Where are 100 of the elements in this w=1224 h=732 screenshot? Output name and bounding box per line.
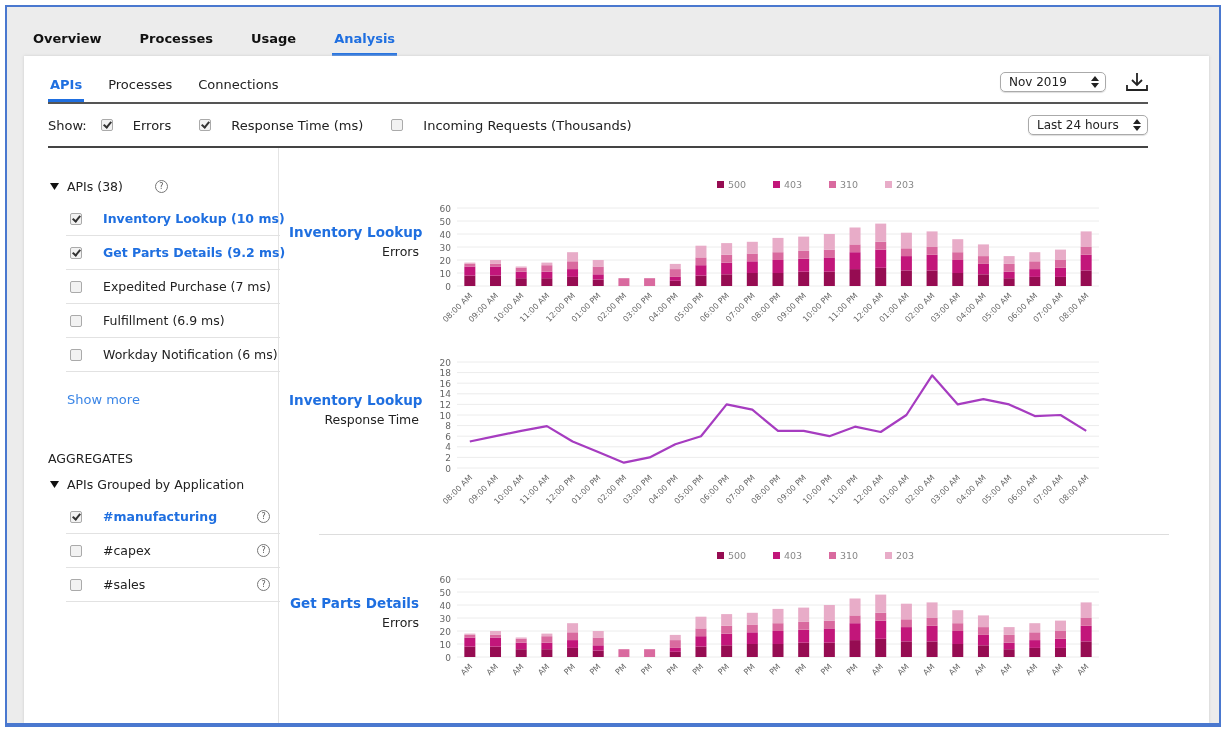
bar-segment <box>695 265 707 276</box>
axis-tick-label: PM <box>639 662 654 677</box>
tab[interactable]: Connections <box>196 77 281 102</box>
bar-segment <box>1055 620 1066 631</box>
axis-tick-label: 10 <box>439 639 451 650</box>
axis-tick-label: 14 <box>439 389 451 400</box>
dropdown[interactable]: Nov 2019 <box>1000 72 1106 92</box>
legend-label: 203 <box>896 550 915 561</box>
group-label: APIs (38) <box>67 178 123 194</box>
chart-subtitle: Errors <box>381 615 419 630</box>
bar-segment <box>849 640 861 657</box>
chart-title[interactable]: Get Parts Details <box>289 595 419 611</box>
api-label[interactable]: #sales <box>103 577 146 592</box>
axis-tick-label: PM <box>819 662 834 677</box>
checkbox[interactable] <box>70 212 82 225</box>
bar-segment <box>1029 632 1041 641</box>
legend-label: 203 <box>896 179 915 190</box>
bar-segment <box>798 642 810 657</box>
checkbox[interactable] <box>70 280 82 293</box>
axis-tick-label: 16 <box>439 378 451 389</box>
axis-tick-label: AM <box>536 662 552 678</box>
bar-segment <box>772 273 784 286</box>
bar-segment <box>490 646 501 657</box>
checkbox[interactable] <box>391 119 404 131</box>
bar-segment <box>1055 276 1066 286</box>
bar-segment <box>823 642 835 657</box>
axis-tick-label: 40 <box>439 600 451 611</box>
bar-segment <box>695 636 707 647</box>
legend-label: 500 <box>728 550 747 561</box>
api-label[interactable]: #manufacturing <box>103 509 218 524</box>
axis-tick-label: 10 <box>439 410 451 421</box>
legend-label: 310 <box>840 550 859 561</box>
bar-segment <box>464 275 476 286</box>
bar-segment <box>1055 638 1066 648</box>
axis-tick-label: 20 <box>439 626 451 637</box>
bar-segment <box>721 243 733 255</box>
api-label[interactable]: Fulfillment (6.9 ms) <box>103 313 225 328</box>
dropdown-arrows-icon <box>1133 119 1141 131</box>
tab[interactable]: Processes <box>137 25 215 56</box>
axis-tick-label: 50 <box>439 216 451 227</box>
axis-tick-label: 12 <box>439 399 451 410</box>
legend-item: 500 <box>717 550 747 561</box>
bar-segment <box>977 645 989 657</box>
axis-tick-label: AM <box>459 662 475 678</box>
bar-segment <box>644 649 656 657</box>
axis-tick-label: AM <box>510 662 526 678</box>
bar-segment <box>1029 261 1041 270</box>
checkbox[interactable] <box>100 119 113 131</box>
bar-segment <box>1080 270 1092 286</box>
checkbox[interactable] <box>70 246 82 259</box>
api-label[interactable]: Workday Notification (6 ms) <box>103 347 278 362</box>
chart-subtitle: Errors <box>381 244 419 259</box>
download-icon[interactable] <box>1126 72 1148 92</box>
checkbox[interactable] <box>70 578 82 591</box>
checkbox[interactable] <box>199 119 212 131</box>
bar-segment <box>1029 623 1041 633</box>
axis-tick-label: 4 <box>445 442 451 453</box>
bar-segment <box>746 632 758 644</box>
show-more-link[interactable]: Show more <box>67 392 140 407</box>
axis-tick-label: AM <box>895 662 911 678</box>
legend-item: 500 <box>717 179 747 190</box>
tab[interactable]: Usage <box>248 25 299 56</box>
axis-tick-label: 18 <box>439 368 451 379</box>
bar-segment <box>567 632 579 641</box>
legend-item: 203 <box>885 179 915 190</box>
legend-item: 403 <box>773 550 803 561</box>
bar-segment <box>1029 647 1041 657</box>
axis-tick-label: 0 <box>445 652 451 663</box>
bar-segment <box>567 261 579 270</box>
checkbox[interactable] <box>70 510 82 523</box>
api-label[interactable]: Inventory Lookup (10 ms) <box>103 211 285 226</box>
bar-segment <box>746 261 758 273</box>
tab[interactable]: Overview <box>31 25 104 56</box>
option-label: Errors <box>132 117 172 133</box>
api-label[interactable]: Expedited Purchase (7 ms) <box>103 279 271 294</box>
bar-segment <box>746 273 758 286</box>
bar-segment <box>618 278 630 286</box>
api-label[interactable]: Get Parts Details (9.2 ms) <box>103 245 286 260</box>
section-heading: AGGREGATES <box>48 451 135 466</box>
legend-item: 310 <box>829 179 859 190</box>
tab[interactable]: APIs <box>48 77 85 102</box>
tab[interactable]: Processes <box>106 77 175 102</box>
disclosure-triangle-icon[interactable] <box>50 479 59 489</box>
legend-item: 203 <box>885 550 915 561</box>
legend-label: 403 <box>784 179 803 190</box>
axis-tick-label: PM <box>690 662 706 677</box>
bar-segment <box>875 267 887 286</box>
axis-tick-label: PM <box>613 662 629 677</box>
checkbox[interactable] <box>70 544 82 557</box>
axis-tick-label: 30 <box>439 242 451 253</box>
bar-segment <box>1055 267 1066 277</box>
bar-segment <box>1003 263 1015 272</box>
axis-tick-label: 30 <box>439 613 451 624</box>
bar-segment <box>567 276 579 286</box>
checkbox[interactable] <box>70 314 82 327</box>
bar-segment <box>1029 252 1041 262</box>
api-label[interactable]: #capex <box>103 543 151 558</box>
dropdown[interactable]: Last 24 hours <box>1028 115 1148 135</box>
disclosure-triangle-icon[interactable] <box>50 181 59 191</box>
checkbox[interactable] <box>70 348 82 361</box>
